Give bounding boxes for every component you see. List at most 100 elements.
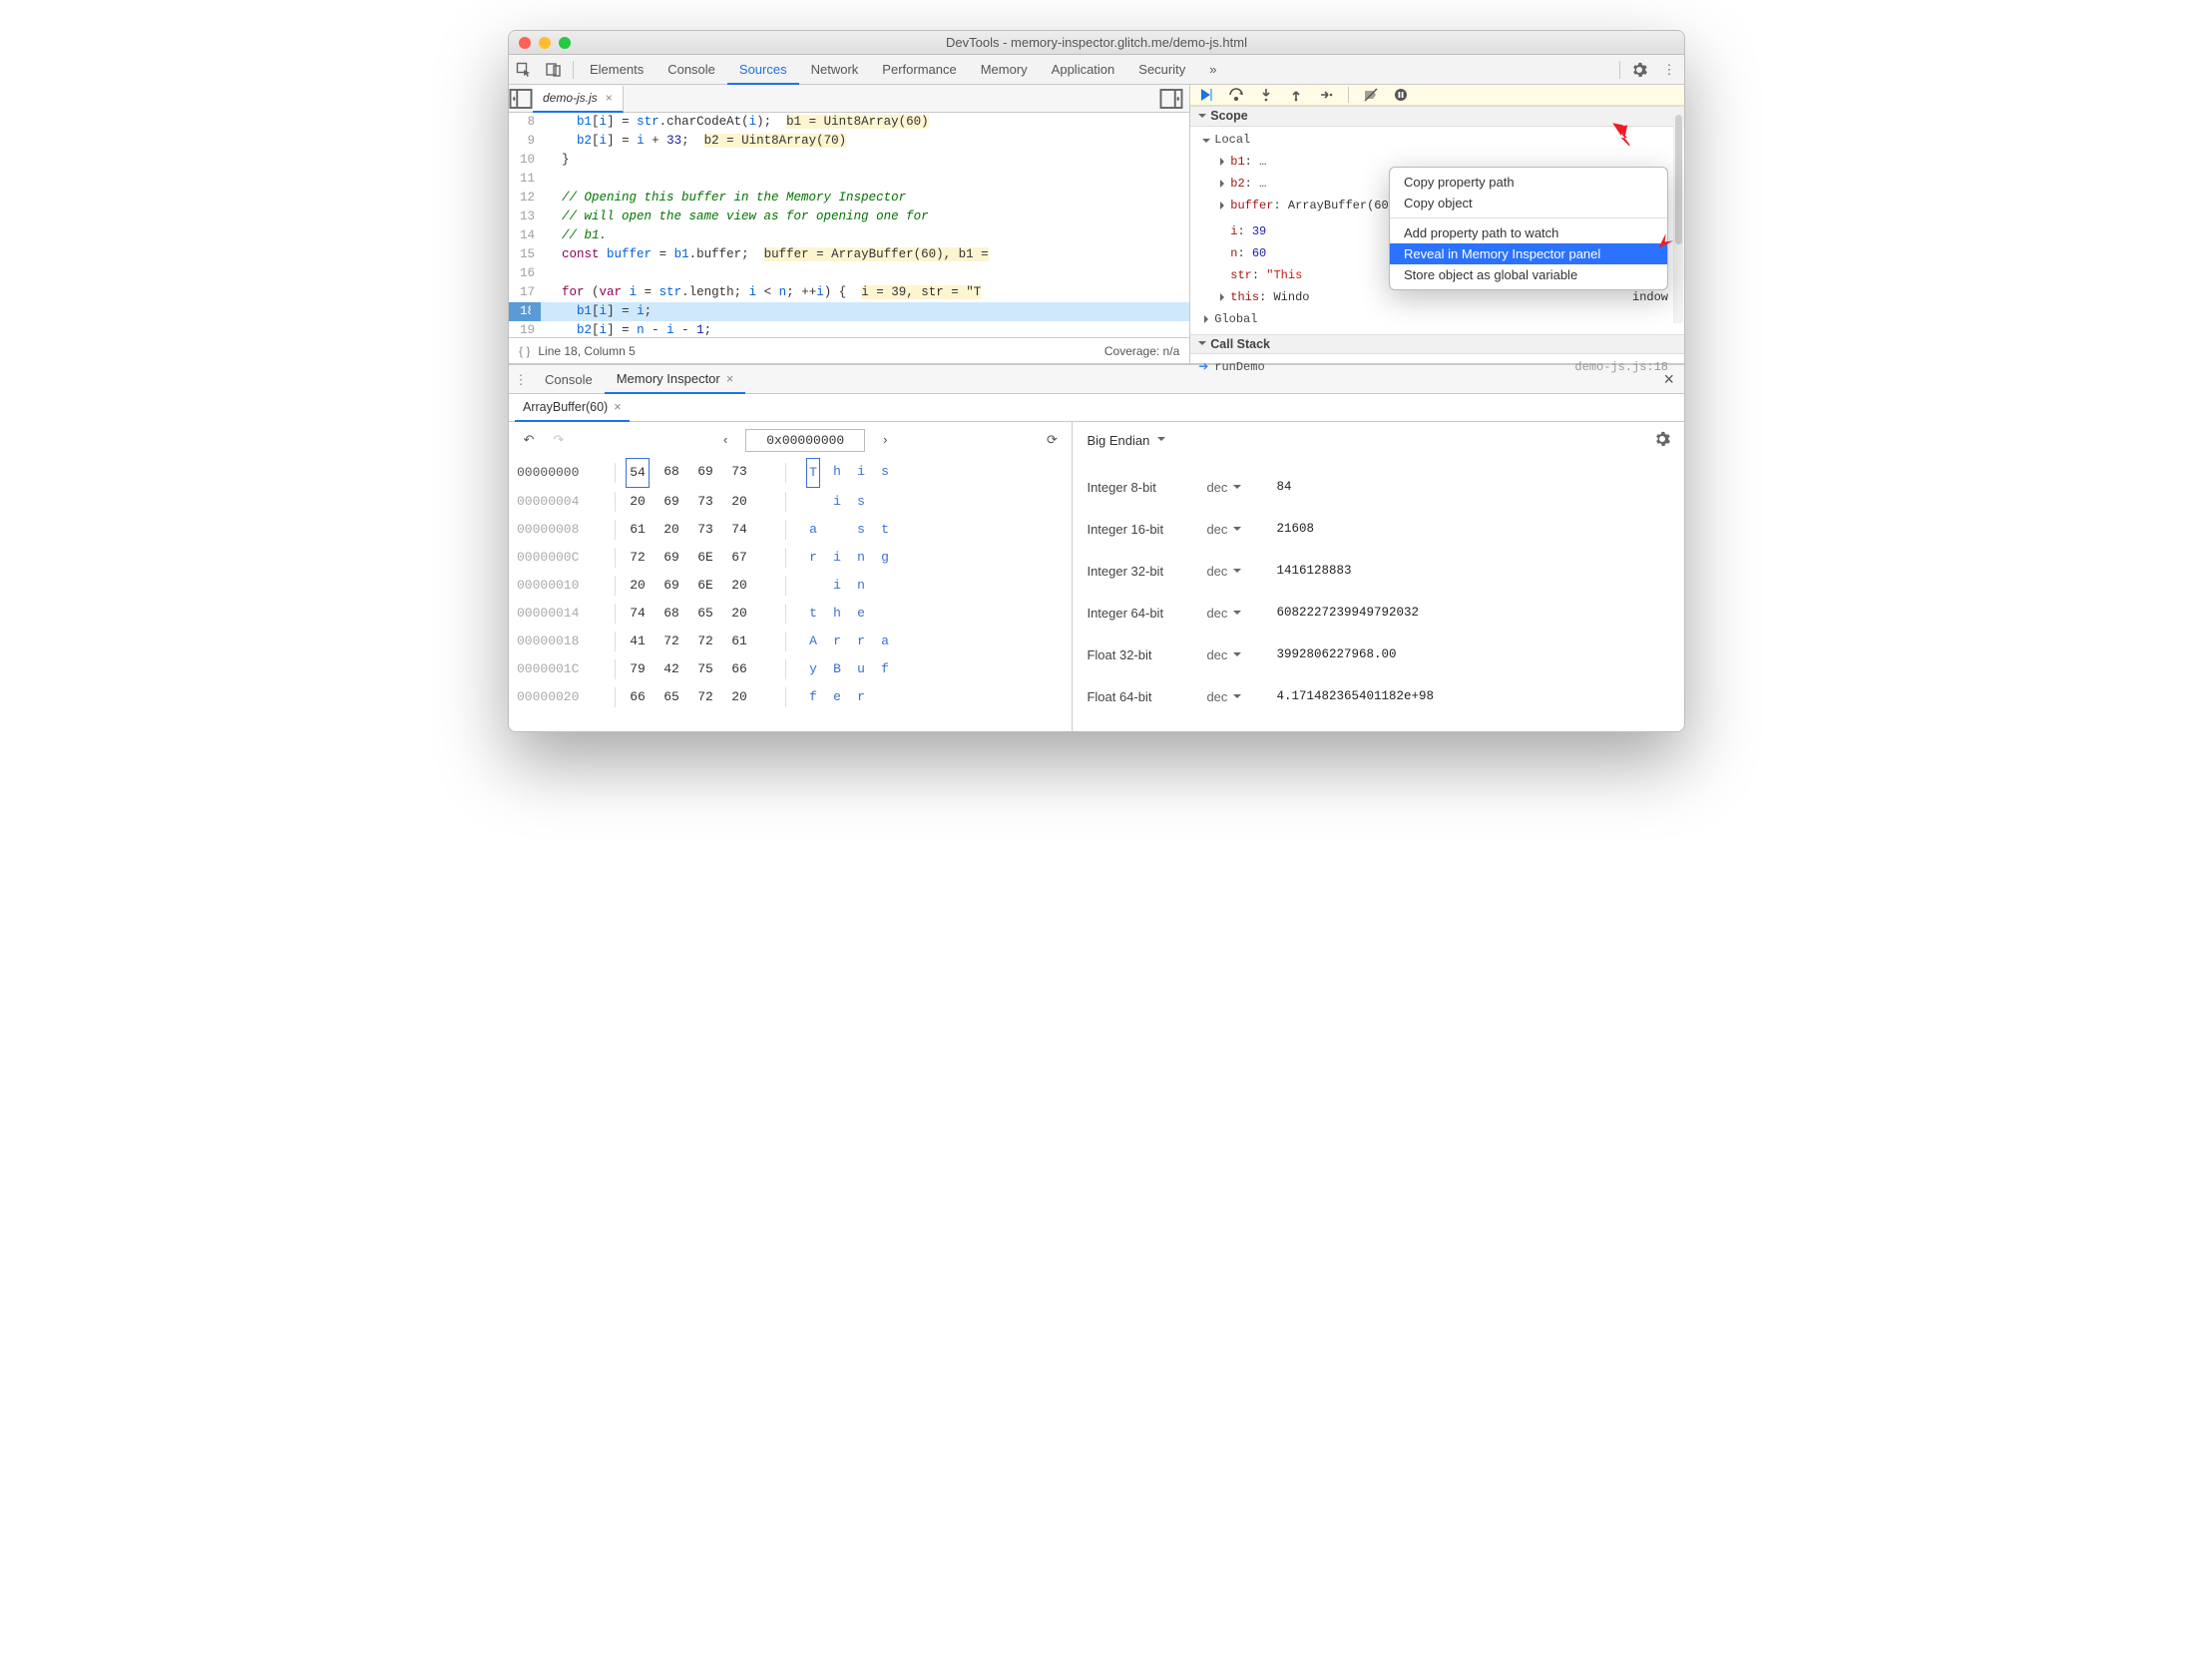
hex-row[interactable]: 0000002066657220fer <box>517 683 1064 711</box>
hex-viewer: ↶ ↷ ‹ 0x00000000 › ⟳ 0000000054686973Thi… <box>509 422 1073 731</box>
code-line[interactable]: 17 for (var i = str.length; i < n; ++i) … <box>509 283 1189 302</box>
interp-row: Float 32-bitdec3992806227968.00 <box>1087 633 1670 675</box>
navigator-toggle-icon[interactable] <box>509 87 533 111</box>
main-tab-more[interactable]: » <box>1197 55 1228 84</box>
main-menu-icon[interactable]: ⋮ <box>1658 59 1680 81</box>
main-tab-console[interactable]: Console <box>656 55 727 84</box>
step-out-button[interactable] <box>1286 85 1306 105</box>
debugger-toolbar <box>1190 85 1684 106</box>
main-tab-elements[interactable]: Elements <box>578 55 656 84</box>
redo-icon[interactable]: ↷ <box>549 434 569 447</box>
file-tab-label: demo-js.js <box>543 92 598 104</box>
interp-row: Integer 32-bitdec1416128883 <box>1087 550 1670 592</box>
drawer-tab-memory-inspector[interactable]: Memory Inspector× <box>605 366 746 394</box>
deactivate-breakpoints-button[interactable] <box>1361 85 1381 105</box>
format-select[interactable]: dec <box>1206 607 1276 620</box>
drawer: ⋮ Console Memory Inspector× × ArrayBuffe… <box>509 364 1684 731</box>
main-tab-security[interactable]: Security <box>1126 55 1197 84</box>
code-line[interactable]: 15 const buffer = b1.buffer; buffer = Ar… <box>509 245 1189 264</box>
format-select[interactable]: dec <box>1206 523 1276 536</box>
code-line[interactable]: 19 b2[i] = n - i - 1; <box>509 321 1189 337</box>
context-menu-item[interactable]: Reveal in Memory Inspector panel <box>1390 243 1667 264</box>
next-addr-icon[interactable]: › <box>875 434 895 447</box>
code-line[interactable]: 11 <box>509 170 1189 189</box>
format-select[interactable]: dec <box>1206 565 1276 578</box>
callstack-frame[interactable]: ➔ runDemo demo-js.js:18 <box>1190 356 1684 378</box>
code-line[interactable]: 13 // will open the same view as for ope… <box>509 208 1189 226</box>
annotation-arrow-2 <box>1654 218 1685 258</box>
inspect-element-icon[interactable] <box>513 59 535 81</box>
code-line[interactable]: 10 } <box>509 151 1189 170</box>
traffic-lights <box>519 37 571 49</box>
refresh-icon[interactable]: ⟳ <box>1042 434 1062 447</box>
context-menu-item[interactable]: Store object as global variable <box>1390 264 1667 285</box>
hex-row[interactable]: 0000001474686520the <box>517 600 1064 628</box>
value-interpreter: Big Endian Integer 8-bitdec84Integer 16-… <box>1073 422 1684 731</box>
file-tab-demo-js[interactable]: demo-js.js × <box>533 86 624 113</box>
code-line[interactable]: 8 b1[i] = str.charCodeAt(i); b1 = Uint8A… <box>509 113 1189 132</box>
main-tabbar: ElementsConsoleSourcesNetworkPerformance… <box>509 55 1684 85</box>
hex-row[interactable]: 0000000420697320 is <box>517 488 1064 516</box>
file-tab-close-icon[interactable]: × <box>606 92 613 104</box>
format-select[interactable]: dec <box>1206 481 1276 494</box>
source-pane: demo-js.js × 8 b1[i] = str.charCodeAt(i)… <box>509 85 1190 363</box>
pause-on-exceptions-button[interactable] <box>1391 85 1411 105</box>
zoom-window-button[interactable] <box>559 37 571 49</box>
device-toolbar-icon[interactable] <box>543 59 565 81</box>
step-button[interactable] <box>1316 85 1336 105</box>
annotation-arrow-1 <box>1608 119 1642 159</box>
debugger-pane: Scope Local b1: … b2: … buffer: ArrayBuf… <box>1190 85 1684 363</box>
code-line[interactable]: 12 // Opening this buffer in the Memory … <box>509 189 1189 208</box>
hex-row[interactable]: 0000000C72696E67ring <box>517 544 1064 572</box>
hex-row[interactable]: 0000001C79427566yBuf <box>517 655 1064 683</box>
prev-addr-icon[interactable]: ‹ <box>715 434 735 447</box>
window-title: DevTools - memory-inspector.glitch.me/de… <box>509 36 1684 49</box>
coverage-label: Coverage: n/a <box>1104 345 1179 357</box>
address-input[interactable]: 0x00000000 <box>745 429 865 452</box>
editor-statusbar: { } Line 18, Column 5 Coverage: n/a <box>509 337 1189 363</box>
main-tab-memory[interactable]: Memory <box>969 55 1040 84</box>
mi-subtab-arraybuffer[interactable]: ArrayBuffer(60) × <box>515 395 630 422</box>
step-into-button[interactable] <box>1256 85 1276 105</box>
context-menu: Copy property pathCopy object Add propert… <box>1389 167 1668 290</box>
interpreter-settings-icon[interactable] <box>1654 431 1670 449</box>
pretty-print-icon[interactable]: { } <box>519 345 530 357</box>
undo-icon[interactable]: ↶ <box>519 434 539 447</box>
drawer-more-icon[interactable]: ⋮ <box>509 373 533 386</box>
settings-gear-icon[interactable] <box>1628 59 1650 81</box>
drawer-tab-console[interactable]: Console <box>533 365 605 393</box>
resume-button[interactable] <box>1196 85 1216 105</box>
code-line[interactable]: 14 // b1. <box>509 226 1189 245</box>
callstack-header[interactable]: Call Stack <box>1190 334 1684 355</box>
close-icon[interactable]: × <box>726 372 734 385</box>
step-over-button[interactable] <box>1226 85 1246 105</box>
minimize-window-button[interactable] <box>539 37 551 49</box>
cursor-position: Line 18, Column 5 <box>538 345 635 357</box>
format-select[interactable]: dec <box>1206 690 1276 703</box>
context-menu-item[interactable]: Copy object <box>1390 193 1667 213</box>
interp-row: Integer 16-bitdec21608 <box>1087 508 1670 550</box>
close-icon[interactable]: × <box>614 401 621 414</box>
format-select[interactable]: dec <box>1206 648 1276 661</box>
scope-global-header[interactable]: Global <box>1190 308 1684 330</box>
interp-row: Integer 8-bitdec84 <box>1087 466 1670 508</box>
context-menu-item[interactable]: Copy property path <box>1390 172 1667 193</box>
main-tab-application[interactable]: Application <box>1040 55 1127 84</box>
endianness-select[interactable]: Big Endian <box>1087 434 1164 447</box>
hex-row[interactable]: 0000001020696E20 in <box>517 572 1064 600</box>
run-snippet-icon[interactable] <box>1159 87 1183 111</box>
hex-row[interactable]: 0000000054686973This <box>517 458 1064 488</box>
context-menu-item[interactable]: Add property path to watch <box>1390 222 1667 243</box>
hex-row[interactable]: 0000000861207374a st <box>517 516 1064 544</box>
main-tab-sources[interactable]: Sources <box>727 56 799 85</box>
code-line[interactable]: 16 <box>509 264 1189 283</box>
interp-row: Integer 64-bitdec6082227239949792032 <box>1087 592 1670 633</box>
titlebar: DevTools - memory-inspector.glitch.me/de… <box>509 31 1684 55</box>
code-line[interactable]: 9 b2[i] = i + 33; b2 = Uint8Array(70) <box>509 132 1189 151</box>
main-tab-performance[interactable]: Performance <box>870 55 968 84</box>
close-window-button[interactable] <box>519 37 531 49</box>
main-tab-network[interactable]: Network <box>799 55 871 84</box>
code-editor[interactable]: 8 b1[i] = str.charCodeAt(i); b1 = Uint8A… <box>509 113 1189 337</box>
code-line[interactable]: 18 b1[i] = i; <box>509 302 1189 321</box>
hex-row[interactable]: 0000001841727261Arra <box>517 628 1064 655</box>
